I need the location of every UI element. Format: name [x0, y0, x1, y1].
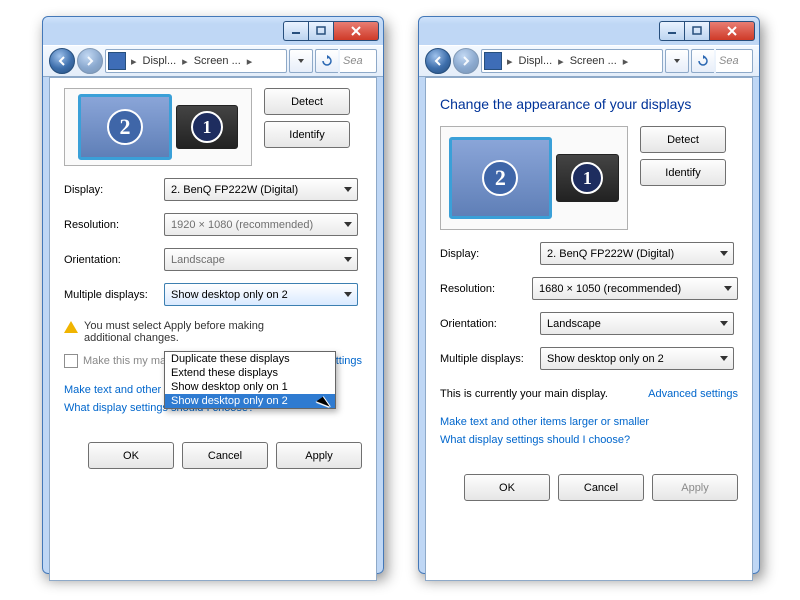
apply-button[interactable]: Apply [276, 442, 362, 469]
chevron-icon: ▸ [621, 55, 631, 68]
close-button[interactable] [333, 21, 379, 41]
display-preview[interactable]: 2 1 [64, 88, 252, 166]
control-panel-icon [108, 52, 126, 70]
chevron-down-icon [344, 257, 352, 262]
breadcrumb[interactable]: ▸ Displ... ▸ Screen ... ▸ [105, 49, 287, 73]
nav-back-button[interactable] [425, 48, 451, 74]
search-placeholder: Sea [719, 55, 739, 67]
chevron-icon: ▸ [556, 55, 566, 68]
main-display-status: This is currently your main display. [440, 388, 608, 400]
chevron-down-icon [344, 187, 352, 192]
refresh-button[interactable] [315, 49, 338, 73]
resolution-select[interactable]: 1680 × 1050 (recommended) [532, 277, 738, 300]
chevron-down-icon [724, 286, 732, 291]
nav-forward-button[interactable] [77, 48, 103, 74]
maximize-button[interactable] [684, 21, 709, 41]
ok-button[interactable]: OK [88, 442, 174, 469]
ok-button[interactable]: OK [464, 474, 550, 501]
chevron-down-icon [720, 321, 728, 326]
identify-button[interactable]: Identify [264, 121, 350, 148]
nav-forward-button[interactable] [453, 48, 479, 74]
dropdown-option[interactable]: Duplicate these displays [165, 352, 335, 366]
search-input[interactable]: Sea [716, 49, 753, 73]
nav-back-button[interactable] [49, 48, 75, 74]
advanced-settings-link[interactable]: Advanced settings [648, 388, 738, 400]
monitor-2-icon[interactable]: 2 [78, 94, 172, 160]
maximize-button[interactable] [308, 21, 333, 41]
apply-button: Apply [652, 474, 738, 501]
display-select[interactable]: 2. BenQ FP222W (Digital) [164, 178, 358, 201]
monitor-2-icon[interactable]: 2 [449, 137, 552, 219]
chevron-icon: ▸ [129, 55, 139, 68]
close-button[interactable] [709, 21, 755, 41]
search-input[interactable]: Sea [340, 49, 377, 73]
titlebar[interactable] [43, 17, 383, 45]
text-size-link[interactable]: Make text and other items larger or smal… [440, 416, 649, 428]
orientation-select[interactable]: Landscape [164, 248, 358, 271]
cancel-button[interactable]: Cancel [182, 442, 268, 469]
titlebar[interactable] [419, 17, 759, 45]
monitor-number: 1 [191, 111, 223, 143]
warning-row: You must select Apply before making addi… [64, 320, 362, 344]
breadcrumb-seg[interactable]: Displ... [139, 55, 181, 67]
multiple-displays-select[interactable]: Show desktop only on 2 [164, 283, 358, 306]
monitor-number: 2 [482, 160, 518, 196]
breadcrumb-seg[interactable]: Screen ... [190, 55, 245, 67]
monitor-number: 1 [571, 162, 603, 194]
identify-button[interactable]: Identify [640, 159, 726, 186]
refresh-button[interactable] [691, 49, 714, 73]
detect-button[interactable]: Detect [640, 126, 726, 153]
dropdown-option[interactable]: Show desktop only on 1 [165, 380, 335, 394]
chevron-down-icon [344, 292, 352, 297]
chevron-down-icon [344, 222, 352, 227]
navbar: ▸ Displ... ▸ Screen ... ▸ Sea [419, 45, 759, 77]
resolution-select[interactable]: 1920 × 1080 (recommended) [164, 213, 358, 236]
chevron-icon: ▸ [505, 55, 515, 68]
display-label: Display: [440, 248, 540, 260]
breadcrumb[interactable]: ▸ Displ... ▸ Screen ... ▸ [481, 49, 663, 73]
breadcrumb-seg[interactable]: Displ... [515, 55, 557, 67]
multiple-displays-select[interactable]: Show desktop only on 2 [540, 347, 734, 370]
breadcrumb-seg[interactable]: Screen ... [566, 55, 621, 67]
window-left: ▸ Displ... ▸ Screen ... ▸ Sea 2 1 Detect… [42, 16, 384, 574]
dropdown-option[interactable]: Extend these displays [165, 366, 335, 380]
orientation-label: Orientation: [64, 254, 164, 266]
help-link[interactable]: What display settings should I choose? [440, 434, 630, 446]
breadcrumb-dropdown-button[interactable] [289, 49, 313, 73]
window-right: ▸ Displ... ▸ Screen ... ▸ Sea Change the… [418, 16, 760, 574]
chevron-icon: ▸ [245, 55, 255, 68]
monitor-1-icon[interactable]: 1 [176, 105, 238, 149]
search-placeholder: Sea [343, 55, 363, 67]
multiple-displays-dropdown[interactable]: Duplicate these displays Extend these di… [164, 351, 336, 409]
orientation-select[interactable]: Landscape [540, 312, 734, 335]
monitor-number: 2 [107, 109, 143, 145]
resolution-label: Resolution: [64, 219, 164, 231]
chevron-down-icon [720, 356, 728, 361]
detect-button[interactable]: Detect [264, 88, 350, 115]
chevron-icon: ▸ [180, 55, 190, 68]
orientation-label: Orientation: [440, 318, 540, 330]
control-panel-icon [484, 52, 502, 70]
display-label: Display: [64, 184, 164, 196]
dropdown-option[interactable]: Show desktop only on 2 [165, 394, 335, 408]
warning-icon [64, 321, 78, 333]
main-display-checkbox [64, 354, 78, 368]
resolution-label: Resolution: [440, 283, 532, 295]
monitor-1-icon[interactable]: 1 [556, 154, 619, 202]
display-preview[interactable]: 2 1 [440, 126, 628, 230]
warning-text: You must select Apply before making addi… [84, 320, 304, 344]
minimize-button[interactable] [659, 21, 684, 41]
minimize-button[interactable] [283, 21, 308, 41]
navbar: ▸ Displ... ▸ Screen ... ▸ Sea [43, 45, 383, 77]
cancel-button[interactable]: Cancel [558, 474, 644, 501]
multiple-displays-label: Multiple displays: [64, 289, 164, 301]
display-select[interactable]: 2. BenQ FP222W (Digital) [540, 242, 734, 265]
chevron-down-icon [720, 251, 728, 256]
multiple-displays-label: Multiple displays: [440, 353, 540, 365]
page-title: Change the appearance of your displays [440, 96, 738, 112]
breadcrumb-dropdown-button[interactable] [665, 49, 689, 73]
